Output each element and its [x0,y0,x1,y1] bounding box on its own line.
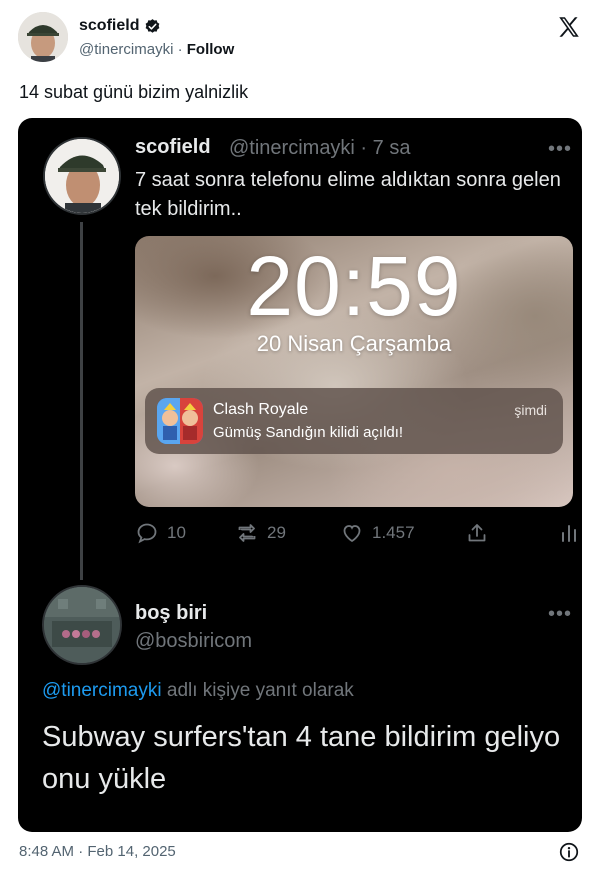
notification-card: Clash Royale Gümüş Sandığın kilidi açıld… [145,388,563,454]
tweet-action-bar: 10 29 1.457 [135,521,576,549]
thread-line [80,222,83,580]
replying-to-mention: @tinercimayki [42,680,162,701]
reply-author-avatar [42,585,122,665]
share-action [465,521,489,545]
reply-author-name: boş biri [135,602,208,624]
follow-button[interactable]: Follow [187,41,235,58]
heart-icon [343,525,361,543]
author-handle[interactable]: @tinercimayki [79,41,173,58]
reply-count: 10 [167,523,186,542]
notification-body: Gümüş Sandığın kilidi açıldı! [213,424,404,441]
retweet-count: 29 [267,523,286,542]
tweet-timestamp[interactable]: 8:48 AM · Feb 14, 2025 [19,843,176,860]
lockscreen-clock: 20:59 [246,239,462,333]
tweet-text: 14 subat günü bizim yalnizlik [19,82,249,102]
clash-royale-app-icon [157,398,203,444]
replying-to-line: @tinercimayki adlı kişiye yanıt olarak [42,680,354,702]
reply-icon [137,523,157,544]
like-action: 1.457 [340,521,415,545]
author-avatar[interactable] [18,12,68,62]
more-options-icon: ••• [548,138,573,160]
tweet-media-image[interactable]: scofield @tinercimayki · 7 sa ••• 7 saat… [18,118,582,832]
info-icon[interactable] [558,841,580,863]
x-logo-icon[interactable] [556,14,582,40]
author-handle-row: @tinercimayki · Follow [79,41,234,58]
quoted-tweet-text: 7 saat sonra telefonu elime aldıktan son… [135,169,561,220]
author-name-row[interactable]: scofield [79,17,161,35]
replying-to-suffix: adlı kişiye yanıt olarak [161,680,354,701]
quoted-author-name: scofield [135,136,211,158]
separator-dot: · [177,41,183,58]
verified-badge-icon [144,18,161,35]
lockscreen-date: 20 Nisan Çarşamba [256,331,452,356]
analytics-icon [562,525,576,542]
reply-action: 10 [135,521,186,545]
notification-time: şimdi [514,402,547,418]
notification-app-name: Clash Royale [213,401,309,418]
analytics-action [557,521,581,545]
share-icon [468,524,486,542]
quoted-author-handle-time: @tinercimayki · 7 sa [229,137,411,159]
lockscreen-photo: 20:59 20 Nisan Çarşamba Clash Royale Güm… [135,236,573,507]
like-count: 1.457 [372,523,415,542]
author-name[interactable]: scofield [79,17,139,35]
reply-more-options-icon: ••• [548,603,573,625]
reply-text: Subway surfers'tan 4 tane bildirim geliy… [42,721,561,795]
retweet-action: 29 [235,521,286,545]
retweet-icon [238,524,256,542]
quoted-author-avatar [43,137,121,215]
reply-author-handle: @bosbiricom [135,630,253,652]
